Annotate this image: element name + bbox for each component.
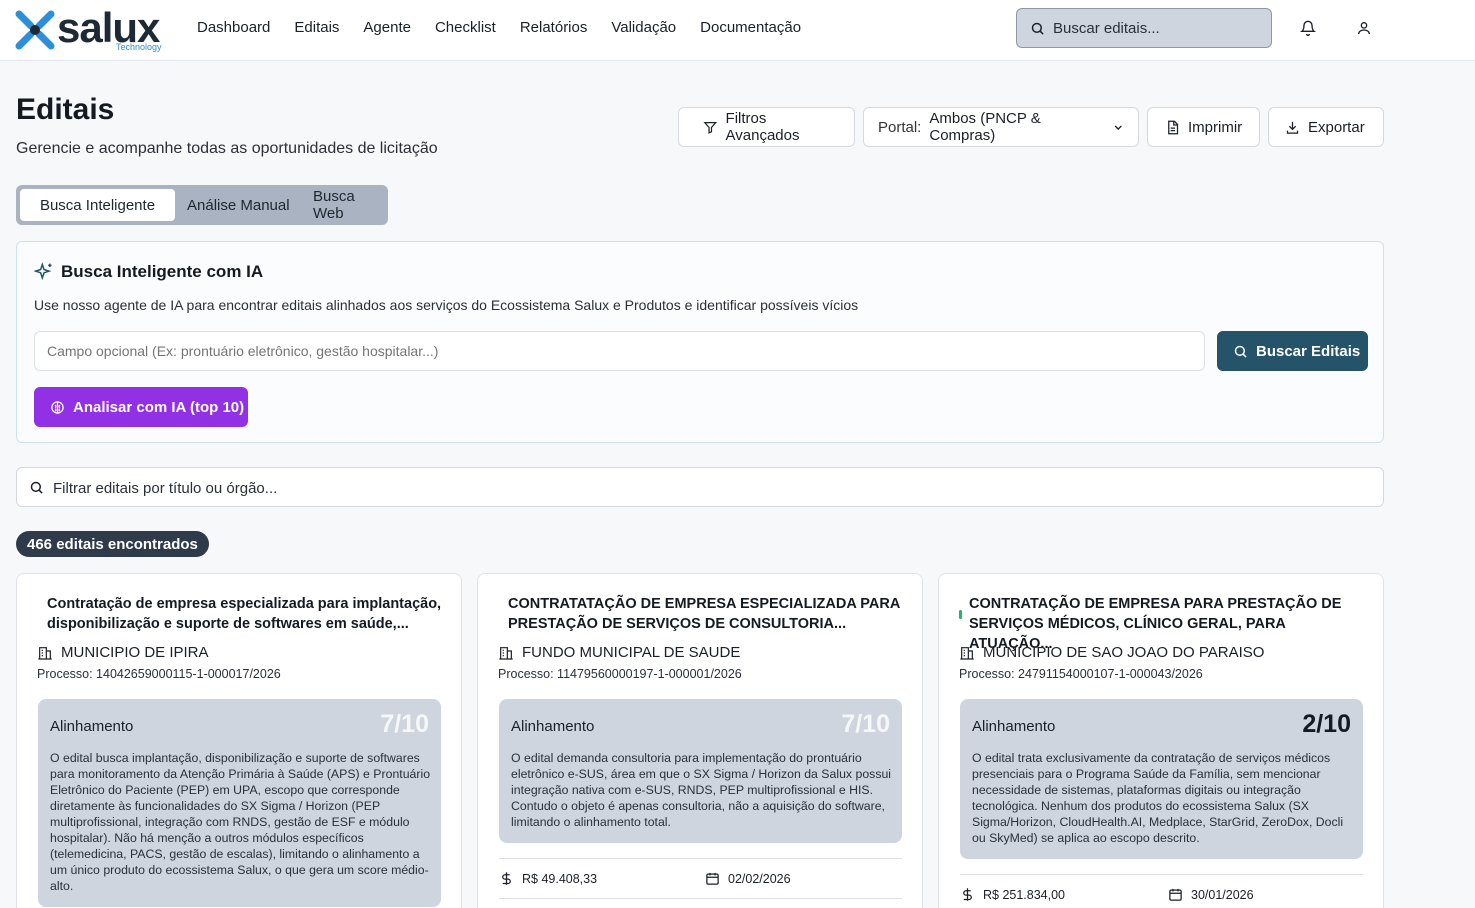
brain-icon xyxy=(51,400,64,414)
alignment-label: Alinhamento xyxy=(972,718,1056,735)
card-org: MUNICIPIO DE SAO JOAO DO PARAISO xyxy=(959,644,1264,661)
search-icon xyxy=(1031,22,1044,35)
ai-search-title: Busca Inteligente com IA xyxy=(61,262,264,281)
main-nav: Dashboard Editais Agente Checklist Relat… xyxy=(197,19,801,36)
analyze-ai-button[interactable]: Analisar com IA (top 10) xyxy=(34,387,248,427)
bell-icon[interactable] xyxy=(1300,20,1316,36)
analyze-ai-label: Analisar com IA (top 10) xyxy=(73,398,245,416)
print-button[interactable]: Imprimir xyxy=(1147,107,1260,147)
tab-busca-web[interactable]: Busca Web xyxy=(301,188,388,222)
portal-value: Ambos (PNCP & Compras) xyxy=(929,110,1041,144)
chevron-down-icon xyxy=(1114,124,1122,130)
filter-placeholder: Filtrar editais por título ou órgão... xyxy=(53,480,278,497)
card-title: Contratação de empresa especializada par… xyxy=(47,596,442,632)
calendar-icon xyxy=(1169,888,1182,901)
print-label: Imprimir xyxy=(1188,118,1243,136)
edital-card[interactable]: CONTRATAÇÃO DE EMPRESA PARA PRESTAÇÃO DE… xyxy=(938,573,1384,908)
top-header: salux Technology Dashboard Editais Agent… xyxy=(0,0,1475,61)
card-org-name: FUNDO MUNICIPAL DE SAUDE xyxy=(522,644,741,661)
building-icon xyxy=(960,646,974,660)
nav-validacao[interactable]: Validação xyxy=(611,19,676,36)
card-value-text: R$ 251.834,00 xyxy=(983,887,1066,902)
filter-editais-input[interactable]: Filtrar editais por título ou órgão... xyxy=(16,467,1384,507)
building-icon xyxy=(499,646,513,660)
portal-select[interactable]: Portal: Ambos (PNCP & Compras) xyxy=(863,107,1139,147)
search-icon xyxy=(1234,345,1247,358)
card-title: CONTRATATAÇÃO DE EMPRESA ESPECIALIZADA P… xyxy=(508,596,900,632)
alignment-score: 7/10 xyxy=(380,710,429,738)
nav-documentacao[interactable]: Documentação xyxy=(700,19,801,36)
building-icon xyxy=(38,646,52,660)
alignment-score: 7/10 xyxy=(841,710,890,738)
user-icon[interactable] xyxy=(1356,20,1372,36)
nav-relatorios[interactable]: Relatórios xyxy=(520,19,588,36)
card-value: R$ 251.834,00 xyxy=(960,887,1065,902)
alignment-analysis: O edital demanda consultoria para implem… xyxy=(511,751,892,829)
alignment-score: 2/10 xyxy=(1302,710,1351,738)
page-subtitle: Gerencie e acompanhe todas as oportunida… xyxy=(16,140,438,157)
alignment-label: Alinhamento xyxy=(50,718,134,735)
dollar-icon xyxy=(502,872,511,885)
ai-search-input[interactable] xyxy=(34,331,1205,371)
card-date-text: 30/01/2026 xyxy=(1191,887,1254,902)
card-date: 02/02/2026 xyxy=(705,871,791,886)
alignment-box: Alinhamento 2/10 O edital trata exclusiv… xyxy=(960,699,1363,859)
card-org-name: MUNICIPIO DE IPIRA xyxy=(61,644,209,661)
alignment-label: Alinhamento xyxy=(511,718,595,735)
card-process: Processo: 14042659000115-1-000017/2026 xyxy=(37,667,281,681)
nav-checklist[interactable]: Checklist xyxy=(435,19,496,36)
calendar-icon xyxy=(706,872,719,885)
results-count-badge: 466 editais encontrados xyxy=(16,531,209,557)
card-process: Processo: 11479560000197-1-000001/2026 xyxy=(498,667,742,681)
portal-label: Portal: xyxy=(878,118,922,136)
alignment-box: Alinhamento 7/10 O edital busca implanta… xyxy=(38,699,441,907)
salux-logo[interactable]: salux Technology xyxy=(15,4,167,54)
search-icon xyxy=(30,481,43,494)
edital-card[interactable]: Contratação de empresa especializada par… xyxy=(16,573,462,908)
dollar-icon xyxy=(963,888,972,901)
page-title: Editais xyxy=(16,93,115,126)
download-icon xyxy=(1286,121,1299,134)
sparkles-icon xyxy=(34,262,52,281)
salux-logo-mark-icon xyxy=(15,10,55,50)
card-date-text: 02/02/2026 xyxy=(728,871,791,886)
document-icon xyxy=(1168,120,1179,134)
search-mode-tabs: Busca Inteligente Análise Manual Busca W… xyxy=(16,185,388,225)
nav-editais[interactable]: Editais xyxy=(294,19,339,36)
card-org: MUNICIPIO DE IPIRA xyxy=(37,644,209,661)
card-process: Processo: 24791154000107-1-000043/2026 xyxy=(959,667,1203,681)
ai-search-description: Use nosso agente de IA para encontrar ed… xyxy=(34,297,859,313)
alignment-analysis: O edital trata exclusivamente da contrat… xyxy=(972,751,1344,845)
alignment-box: Alinhamento 7/10 O edital demanda consul… xyxy=(499,699,902,843)
card-value: R$ 49.408,33 xyxy=(499,871,597,886)
filter-icon xyxy=(703,121,718,134)
card-org: FUNDO MUNICIPAL DE SAUDE xyxy=(498,644,740,661)
header-search-placeholder: Buscar editais... xyxy=(1053,20,1160,37)
card-status-indicator xyxy=(959,610,962,619)
search-editais-button[interactable]: Buscar Editais xyxy=(1217,331,1368,371)
card-divider xyxy=(499,858,902,859)
header-search-input[interactable]: Buscar editais... xyxy=(1016,8,1272,48)
search-editais-label: Buscar Editais xyxy=(1256,342,1361,360)
card-divider xyxy=(960,874,1363,875)
nav-agente[interactable]: Agente xyxy=(363,19,411,36)
nav-dashboard[interactable]: Dashboard xyxy=(197,19,270,36)
card-org-name: MUNICIPIO DE SAO JOAO DO PARAISO xyxy=(983,644,1265,661)
ai-search-panel: Busca Inteligente com IA Use nosso agent… xyxy=(16,241,1384,443)
card-date: 30/01/2026 xyxy=(1168,887,1254,902)
brand-tagline: Technology xyxy=(116,42,162,52)
card-value-text: R$ 49.408,33 xyxy=(522,871,598,886)
card-divider xyxy=(499,898,902,899)
edital-card[interactable]: CONTRATATAÇÃO DE EMPRESA ESPECIALIZADA P… xyxy=(477,573,923,908)
export-button[interactable]: Exportar xyxy=(1268,107,1384,147)
alignment-analysis: O edital busca implantação, disponibiliz… xyxy=(50,751,431,893)
advanced-filters-label: Filtros Avançados xyxy=(725,110,800,144)
export-label: Exportar xyxy=(1308,118,1365,136)
tab-analise-manual[interactable]: Análise Manual xyxy=(175,189,302,221)
tab-busca-inteligente[interactable]: Busca Inteligente xyxy=(20,189,175,221)
advanced-filters-button[interactable]: Filtros Avançados xyxy=(678,107,855,147)
